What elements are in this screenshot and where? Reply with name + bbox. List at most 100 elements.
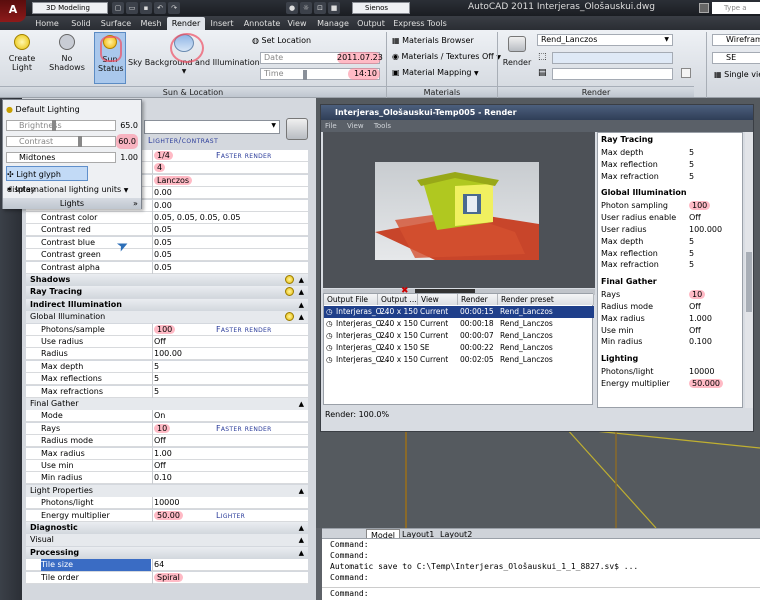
- preset-dropdown[interactable]: ▼: [144, 120, 280, 134]
- workspace-dropdown[interactable]: 3D Modeling: [32, 2, 108, 14]
- collapse-icon[interactable]: ▲: [299, 485, 304, 497]
- property-row[interactable]: Use min Off: [26, 460, 308, 472]
- table-row[interactable]: ◷ Interjeras_O... 240 x 150 Current 00:00:15…: [324, 306, 594, 318]
- property-row[interactable]: Radius mode Off: [26, 435, 308, 448]
- tab-annotate[interactable]: Annotate: [241, 17, 283, 30]
- tab-mesh[interactable]: Mesh: [137, 17, 165, 30]
- tab-home[interactable]: Home: [32, 17, 62, 30]
- layer-bulb-icon[interactable]: ●: [286, 2, 298, 14]
- command-input[interactable]: Command:: [322, 588, 760, 599]
- collapse-icon[interactable]: ▲: [299, 522, 304, 534]
- property-value[interactable]: Off: [152, 460, 308, 472]
- global-illumination-section[interactable]: Global Illumination ▲: [26, 311, 308, 324]
- tab-solid[interactable]: Solid: [66, 17, 96, 30]
- layer-sun-icon[interactable]: ☼: [300, 2, 312, 14]
- ray-tracing-category[interactable]: Ray Tracing ▲: [26, 286, 308, 299]
- table-row[interactable]: ◷ Interjeras_O... 240 x 150 Current 00:02:05…: [324, 354, 594, 366]
- brightness-slider[interactable]: Brightness 65.0: [6, 118, 140, 133]
- save-icon[interactable]: ▪: [140, 2, 152, 14]
- render-window-title[interactable]: Interjeras_Ološauskui-Temp005 - Render: [321, 105, 753, 120]
- property-value[interactable]: Lanczos: [152, 174, 308, 187]
- property-value[interactable]: 100.00: [152, 348, 308, 361]
- set-location-button[interactable]: ◍ Set Location: [252, 36, 311, 45]
- collapse-icon[interactable]: ▲: [299, 398, 304, 410]
- tab-insert[interactable]: Insert: [207, 17, 237, 30]
- indirect-illumination-category[interactable]: Indirect Illumination ▲: [26, 298, 308, 311]
- property-value[interactable]: 0.05: [152, 236, 308, 249]
- light-glyph-display-button[interactable]: ✣ Light glyph display: [6, 166, 88, 194]
- create-light-button[interactable]: Create Light: [4, 34, 40, 72]
- undo-icon[interactable]: ↶: [154, 2, 166, 14]
- collapse-icon[interactable]: ▲: [299, 299, 304, 311]
- menu-view[interactable]: View: [339, 122, 364, 130]
- light-properties-section[interactable]: Light Properties ▲: [26, 484, 308, 497]
- scrollbar-thumb[interactable]: [746, 252, 752, 312]
- property-value[interactable]: Spiral: [152, 571, 308, 584]
- property-row[interactable]: Energy multiplier 50.00 Lighter: [26, 509, 308, 522]
- property-value[interactable]: 5: [152, 385, 308, 398]
- property-row[interactable]: Tile size 64: [26, 559, 308, 572]
- table-row[interactable]: ◷ Interjeras_O... 240 x 150 Current 00:00:07…: [324, 330, 594, 342]
- collapse-icon[interactable]: ▲: [299, 547, 304, 559]
- col-output-file-name[interactable]: Output File Name: [324, 294, 378, 315]
- property-row[interactable]: Contrast blue 0.05: [26, 236, 308, 249]
- lighting-units-dropdown[interactable]: ✶ International lighting units ▼: [6, 182, 140, 197]
- contrast-slider[interactable]: Contrast 60.0: [6, 134, 140, 149]
- property-row[interactable]: Max refractions 5: [26, 385, 308, 398]
- statistics-scrollbar[interactable]: [745, 132, 753, 408]
- property-value[interactable]: 0.05: [152, 249, 308, 262]
- col-output-size[interactable]: Output ...: [378, 294, 418, 305]
- property-row[interactable]: Contrast color 0.05, 0.05, 0.05, 0.05: [26, 212, 308, 224]
- collapse-icon[interactable]: ▲: [299, 311, 304, 323]
- time-slider-thumb[interactable]: [303, 70, 307, 80]
- property-row[interactable]: Tile order Spiral: [26, 571, 308, 584]
- slider-thumb[interactable]: [78, 136, 82, 147]
- teapot-render-icon[interactable]: [286, 118, 308, 140]
- property-row[interactable]: Use radius Off: [26, 336, 308, 348]
- property-value[interactable]: 1.00: [152, 447, 308, 460]
- materials-browser-button[interactable]: ▦ Materials Browser: [392, 36, 474, 45]
- property-row[interactable]: Radius 100.00: [26, 348, 308, 361]
- layer-color-icon[interactable]: ■: [328, 2, 340, 14]
- render-region-icon[interactable]: ⬚: [538, 52, 547, 62]
- light-bulb-icon[interactable]: [285, 287, 294, 297]
- viewport-config-button[interactable]: ▦ Single vie: [714, 70, 760, 79]
- property-value[interactable]: 64: [152, 559, 308, 572]
- property-value[interactable]: On: [152, 410, 308, 423]
- col-view[interactable]: View: [418, 294, 458, 305]
- collapse-icon[interactable]: ▲: [299, 274, 304, 286]
- tab-manage[interactable]: Manage: [314, 17, 352, 30]
- property-row[interactable]: Max radius 1.00: [26, 447, 308, 460]
- render-size-field[interactable]: [552, 52, 673, 64]
- tab-express-tools[interactable]: Express Tools: [392, 17, 448, 30]
- tab-output[interactable]: Output: [356, 17, 386, 30]
- render-preset-dropdown[interactable]: Rend_Lanczos ▼: [537, 34, 673, 46]
- slider-thumb[interactable]: [52, 120, 56, 131]
- property-row[interactable]: Contrast green 0.05: [26, 249, 308, 262]
- render-option-checkbox[interactable]: [681, 68, 691, 78]
- property-row[interactable]: Contrast alpha 0.05: [26, 261, 308, 274]
- property-row[interactable]: Max reflections 5: [26, 373, 308, 386]
- tab-view[interactable]: View: [285, 17, 309, 30]
- table-row[interactable]: ◷ Interjeras_O... 240 x 150 Current 00:00:18…: [324, 318, 594, 330]
- material-mapping-button[interactable]: ▣ Material Mapping ▼: [392, 68, 479, 77]
- property-value[interactable]: 0.05: [152, 261, 308, 274]
- property-value[interactable]: 0.00: [152, 199, 308, 212]
- property-value[interactable]: 10000: [152, 497, 308, 510]
- no-shadows-button[interactable]: No Shadows: [44, 34, 90, 72]
- property-value[interactable]: 0.10: [152, 472, 308, 485]
- diagnostic-category[interactable]: Diagnostic ▲: [26, 522, 308, 534]
- visual-section[interactable]: Visual ▲: [26, 534, 308, 547]
- render-button[interactable]: Render: [500, 36, 534, 67]
- redo-icon[interactable]: ↷: [168, 2, 180, 14]
- render-quality-field[interactable]: [552, 68, 673, 80]
- property-row[interactable]: Min radius 0.10: [26, 472, 308, 485]
- property-row[interactable]: Mode On: [26, 410, 308, 423]
- property-value[interactable]: 0.05: [152, 224, 308, 237]
- command-line[interactable]: Command: Command: Automatic save to C:\T…: [322, 538, 760, 600]
- render-panel-label[interactable]: Render: [498, 86, 694, 97]
- property-row[interactable]: Photons/sample 100 Faster render: [26, 323, 308, 336]
- materials-panel-label[interactable]: Materials: [387, 86, 497, 97]
- visual-style-dropdown[interactable]: Wireframe: [712, 34, 760, 46]
- menu-file[interactable]: File: [321, 122, 337, 130]
